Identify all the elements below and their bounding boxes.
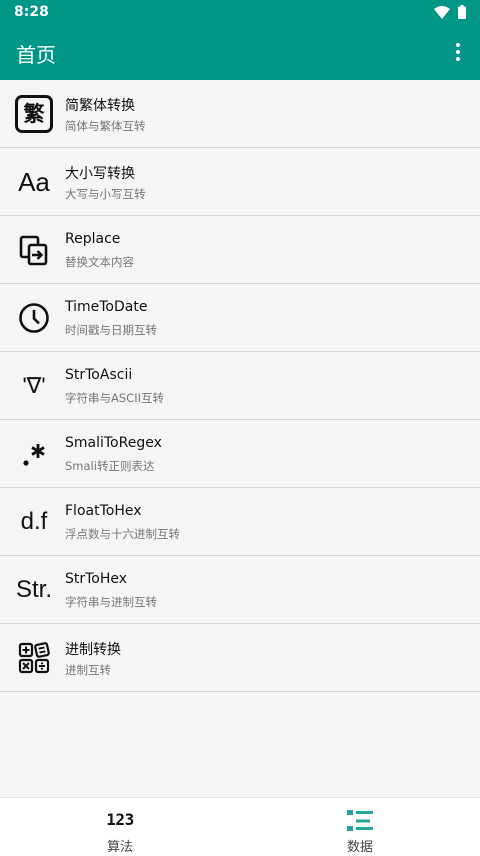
- item-title: 简繁体转换: [65, 98, 135, 114]
- item-subtitle: 进制互转: [65, 663, 111, 677]
- more-options-button[interactable]: [446, 38, 470, 66]
- item-subtitle: 浮点数与十六进制互转: [65, 527, 180, 541]
- string-icon: Str.: [15, 576, 52, 603]
- regex-icon: [23, 444, 45, 466]
- item-subtitle: 简体与繁体互转: [65, 119, 146, 133]
- nav-tab-algorithm[interactable]: 123 算法: [0, 798, 240, 856]
- battery-icon: [458, 5, 466, 19]
- tool-list: 繁 简繁体转换 简体与繁体互转 Aa 大小写转换 大写与小写互转 Replace…: [0, 80, 480, 692]
- nav-label: 数据: [346, 840, 373, 855]
- item-title: 大小写转换: [65, 166, 135, 182]
- list-icon: [347, 810, 373, 831]
- more-vert-icon: [456, 43, 460, 61]
- wifi-icon: [434, 5, 450, 19]
- list-item-replace[interactable]: Replace 替换文本内容: [0, 216, 480, 284]
- app-bar: 首页: [0, 24, 480, 80]
- list-item-fanjian[interactable]: 繁 简繁体转换 简体与繁体互转: [0, 80, 480, 148]
- item-title: StrToHex: [65, 571, 128, 587]
- list-item-strhex[interactable]: Str. StrToHex 字符串与进制互转: [0, 556, 480, 624]
- list-item-radix[interactable]: 进制转换 进制互转: [0, 624, 480, 692]
- bottom-navigation: 123 算法 数据: [0, 797, 480, 856]
- letter-case-icon: Aa: [18, 166, 50, 197]
- replace-icon: [19, 235, 48, 266]
- list-item-time[interactable]: TimeToDate 时间戳与日期互转: [0, 284, 480, 352]
- item-title: FloatToHex: [65, 503, 142, 519]
- list-item-case[interactable]: Aa 大小写转换 大写与小写互转: [0, 148, 480, 216]
- item-title: Replace: [65, 231, 121, 247]
- list-item-smali[interactable]: SmaliToRegex Smali转正则表达: [0, 420, 480, 488]
- fan-char-icon: 繁: [15, 95, 53, 133]
- item-title: SmaliToRegex: [65, 435, 162, 451]
- nav-label: 算法: [106, 840, 133, 855]
- item-title: 进制转换: [65, 642, 121, 658]
- list-item-ascii[interactable]: '∇' StrToAscii 字符串与ASCII互转: [0, 352, 480, 420]
- status-time: 8:28: [14, 4, 49, 20]
- item-title: TimeToDate: [65, 299, 148, 315]
- nav-tab-data[interactable]: 数据: [240, 798, 480, 856]
- numbers-icon: 123: [106, 810, 134, 829]
- item-subtitle: Smali转正则表达: [65, 459, 155, 473]
- ascii-face-icon: '∇': [22, 373, 46, 398]
- calculator-icon: [18, 642, 50, 674]
- status-bar: 8:28: [0, 0, 480, 24]
- page-title: 首页: [16, 43, 56, 67]
- clock-icon: [19, 303, 49, 333]
- list-item-float[interactable]: d.f FloatToHex 浮点数与十六进制互转: [0, 488, 480, 556]
- item-subtitle: 时间戳与日期互转: [65, 323, 157, 337]
- item-title: StrToAscii: [65, 367, 133, 383]
- item-subtitle: 字符串与进制互转: [65, 595, 157, 609]
- float-icon: d.f: [20, 508, 48, 535]
- item-subtitle: 替换文本内容: [65, 255, 134, 269]
- item-subtitle: 大写与小写互转: [65, 187, 146, 201]
- item-subtitle: 字符串与ASCII互转: [65, 391, 164, 405]
